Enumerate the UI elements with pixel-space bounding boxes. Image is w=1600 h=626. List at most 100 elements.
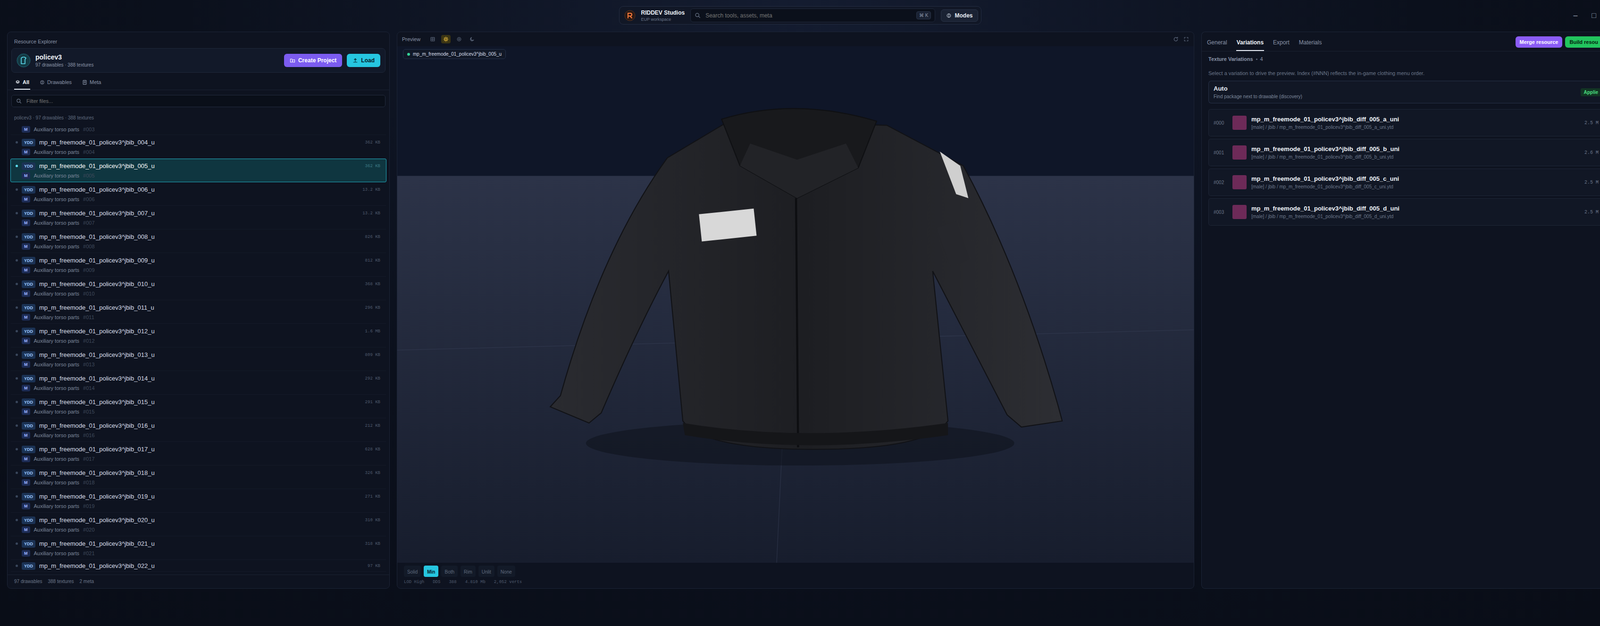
view-tool-button[interactable] <box>427 34 438 44</box>
project-summary: 97 drawables · 388 textures <box>35 62 280 68</box>
variations-body: Texture Variations4 Select a variation to… <box>1201 51 1600 228</box>
variation-name: mp_m_freemode_01_policev3^jbib_diff_005_… <box>1251 145 1580 153</box>
render-mode-button[interactable]: Rim <box>460 565 476 577</box>
file-name: mp_m_freemode_01_policev3^jbib_005_u <box>39 162 362 170</box>
resource-explorer: Resource Explorerpolicev397 drawables · … <box>7 31 390 589</box>
tab-label: Meta <box>89 79 101 85</box>
brand-name: RIDDEV Studios <box>641 9 686 17</box>
row-meta-line: MAuxiliary torso parts#020 <box>15 526 381 533</box>
drawable-index: #012 <box>83 337 95 344</box>
explorer-footer: 97 drawables388 textures2 meta <box>7 574 390 588</box>
search-input[interactable] <box>704 11 913 20</box>
file-row[interactable]: YDDmp_m_freemode_01_policev3^jbib_018_u3… <box>10 465 387 489</box>
filter-input[interactable] <box>25 97 381 105</box>
file-row[interactable]: YDDmp_m_freemode_01_policev3^jbib_011_u2… <box>10 300 387 324</box>
category-label: Auxiliary torso parts <box>33 149 80 155</box>
render-mode-button[interactable]: Both <box>441 565 458 577</box>
inspector-tab[interactable]: Variations <box>1236 34 1265 51</box>
file-name: mp_m_freemode_01_policev3^jbib_010_u <box>39 280 362 288</box>
file-row[interactable]: MAuxiliary torso parts#003 <box>10 123 387 135</box>
section-description: Select a variation to drive the preview.… <box>1208 70 1600 76</box>
variation-row[interactable]: #001mp_m_freemode_01_policev3^jbib_diff_… <box>1208 138 1600 167</box>
category-label: Auxiliary torso parts <box>33 502 80 509</box>
inspector-tab[interactable]: General <box>1206 34 1228 51</box>
modes-button[interactable]: Modes <box>940 9 978 22</box>
file-name: mp_m_freemode_01_policev3^jbib_004_u <box>39 138 362 146</box>
search-icon <box>694 12 701 19</box>
tab-label: Variations <box>1236 39 1264 46</box>
category-label: Auxiliary torso parts <box>33 455 80 462</box>
view-tool-button[interactable] <box>441 34 451 44</box>
explorer-tab[interactable]: Drawables <box>38 77 73 90</box>
gender-badge: M <box>21 313 31 321</box>
file-size: 291 KB <box>365 399 381 405</box>
render-mode-button[interactable]: Min <box>423 565 439 577</box>
drawable-index: #008 <box>83 243 95 250</box>
file-row[interactable]: YDDmp_m_freemode_01_policev3^jbib_019_u2… <box>10 488 387 513</box>
variation-text: mp_m_freemode_01_policev3^jbib_diff_005_… <box>1251 204 1580 219</box>
search-field[interactable]: ⌘ K <box>690 8 936 23</box>
file-type-badge: YDD <box>21 469 36 477</box>
row-title-line: YDDmp_m_freemode_01_policev3^jbib_006_u1… <box>15 185 381 194</box>
status-dot <box>15 542 18 545</box>
row-title-line: YDDmp_m_freemode_01_policev3^jbib_011_u2… <box>15 303 381 312</box>
row-title-line: YDDmp_m_freemode_01_policev3^jbib_015_u2… <box>15 398 381 406</box>
viewport-3d[interactable]: mp_m_freemode_01_policev3^jbib_005_u <box>397 46 1194 563</box>
file-row[interactable]: YDDmp_m_freemode_01_policev3^jbib_013_u8… <box>10 347 387 371</box>
file-row[interactable]: YDDmp_m_freemode_01_policev3^jbib_012_u1… <box>10 323 387 348</box>
file-name: mp_m_freemode_01_policev3^jbib_021_u <box>39 539 362 547</box>
file-row[interactable]: YDDmp_m_freemode_01_policev3^jbib_022_u9… <box>10 559 387 572</box>
auto-option[interactable]: AutoFind package next to drawable (disco… <box>1208 80 1600 104</box>
file-type-badge: YDD <box>21 256 36 265</box>
file-name: mp_m_freemode_01_policev3^jbib_019_u <box>39 492 362 500</box>
file-row[interactable]: YDDmp_m_freemode_01_policev3^jbib_004_u3… <box>10 134 387 159</box>
inspector-tab[interactable]: Export <box>1272 34 1291 51</box>
load-button[interactable]: Load <box>346 53 381 68</box>
view-tool-button[interactable] <box>454 34 464 44</box>
category-label: Auxiliary torso parts <box>33 219 80 226</box>
category-label: Auxiliary torso parts <box>33 314 80 320</box>
file-name: mp_m_freemode_01_policev3^jbib_006_u <box>39 185 359 193</box>
section-title: Texture Variations4 <box>1208 56 1600 62</box>
inspector-tab[interactable]: Materials <box>1298 34 1323 51</box>
project-name: policev3 <box>35 53 280 61</box>
minimize-button[interactable]: – <box>1573 11 1578 20</box>
explorer-tab[interactable]: Meta <box>81 77 102 90</box>
drawable-index: #021 <box>83 550 95 556</box>
file-row[interactable]: YDDmp_m_freemode_01_policev3^jbib_009_u8… <box>10 252 387 277</box>
file-row[interactable]: YDDmp_m_freemode_01_policev3^jbib_006_u1… <box>10 182 387 206</box>
variation-row[interactable]: #000mp_m_freemode_01_policev3^jbib_diff_… <box>1208 108 1600 137</box>
view-tool-button[interactable] <box>467 34 478 44</box>
file-row[interactable]: YDDmp_m_freemode_01_policev3^jbib_017_u6… <box>10 441 387 466</box>
merge-resource-button[interactable]: Merge resource <box>1515 36 1563 48</box>
file-size: 362 KB <box>365 163 381 169</box>
drawable-index: #006 <box>83 196 95 202</box>
file-row[interactable]: YDDmp_m_freemode_01_policev3^jbib_014_u2… <box>10 370 387 395</box>
inspector-tabs: General Variations Export Materials <box>1206 34 1513 51</box>
file-row[interactable]: YDDmp_m_freemode_01_policev3^jbib_021_u3… <box>10 536 387 560</box>
render-mode-button[interactable]: Solid <box>403 565 421 577</box>
file-row[interactable]: YDDmp_m_freemode_01_policev3^jbib_008_u8… <box>10 229 387 253</box>
row-title-line: YDDmp_m_freemode_01_policev3^jbib_005_u3… <box>15 162 381 170</box>
variation-row[interactable]: #002mp_m_freemode_01_policev3^jbib_diff_… <box>1208 168 1600 196</box>
build-resource-button[interactable]: Build resou <box>1565 36 1600 48</box>
maximize-button[interactable]: □ <box>1591 11 1597 20</box>
render-mode-button[interactable]: None <box>497 565 516 577</box>
file-row[interactable]: YDDmp_m_freemode_01_policev3^jbib_015_u2… <box>10 394 387 419</box>
file-row[interactable]: YDDmp_m_freemode_01_policev3^jbib_007_u1… <box>10 205 387 230</box>
variation-text: mp_m_freemode_01_policev3^jbib_diff_005_… <box>1251 145 1580 160</box>
row-meta-line: MAuxiliary torso parts#003 <box>15 125 381 133</box>
variation-path: [male] / jbib / mp_m_freemode_01_policev… <box>1251 184 1580 190</box>
file-row[interactable]: YDDmp_m_freemode_01_policev3^jbib_016_u2… <box>10 418 387 442</box>
status-dot <box>15 564 18 567</box>
file-row[interactable]: YDDmp_m_freemode_01_policev3^jbib_010_u3… <box>10 276 387 301</box>
file-name: mp_m_freemode_01_policev3^jbib_022_u <box>39 561 364 570</box>
render-mode-button[interactable]: Unlit <box>478 565 495 577</box>
file-row[interactable]: YDDmp_m_freemode_01_policev3^jbib_020_u3… <box>10 512 387 537</box>
file-type-badge: YDD <box>21 516 36 524</box>
variation-row[interactable]: #003mp_m_freemode_01_policev3^jbib_diff_… <box>1208 198 1600 226</box>
file-row[interactable]: YDDmp_m_freemode_01_policev3^jbib_005_u3… <box>10 158 387 183</box>
filter-field[interactable] <box>11 94 386 108</box>
create-project-button[interactable]: Create Project <box>284 53 343 68</box>
explorer-tab[interactable]: All <box>14 77 31 90</box>
